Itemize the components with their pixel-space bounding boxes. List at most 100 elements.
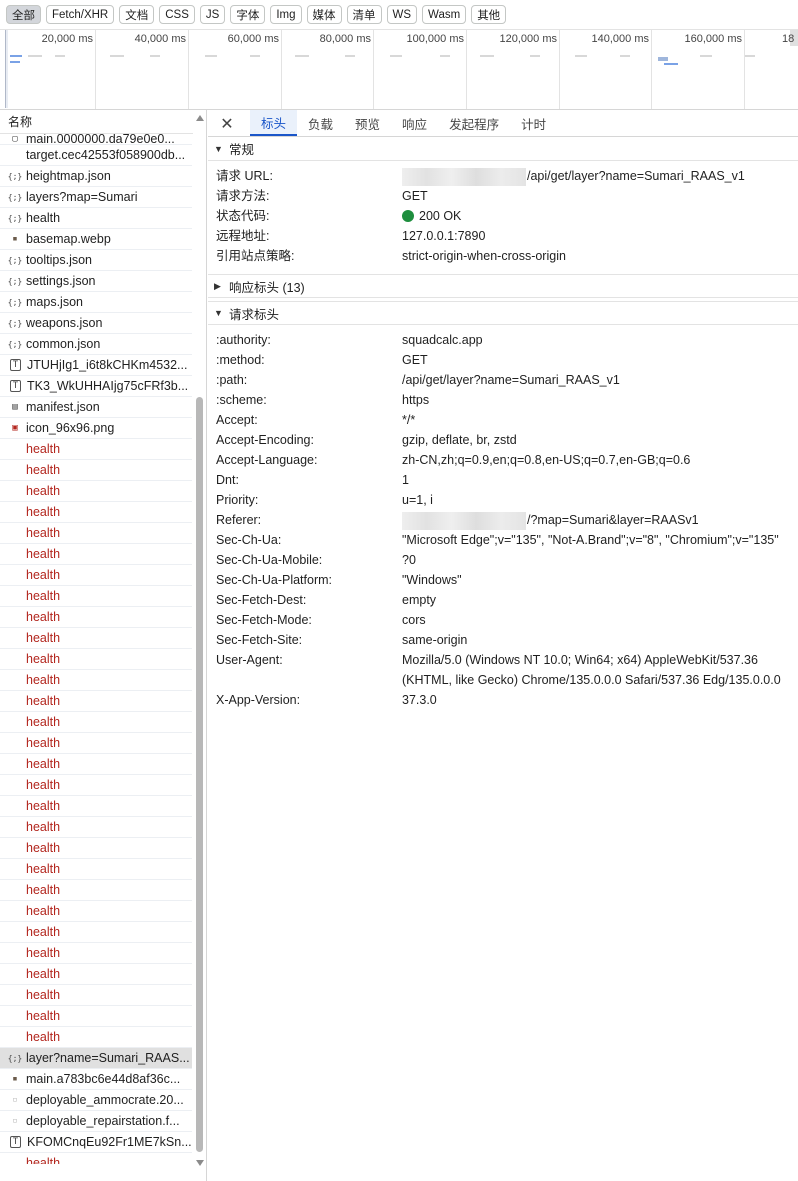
filter-chip[interactable]: 其他 bbox=[471, 5, 507, 24]
request-row[interactable]: {;} common.json bbox=[0, 334, 192, 355]
request-row[interactable]: health bbox=[0, 838, 192, 859]
header-value[interactable]: u=1, i bbox=[402, 490, 782, 510]
header-value[interactable]: 37.3.0 bbox=[402, 690, 782, 710]
header-value[interactable]: /?map=Sumari&layer=RAASv1 bbox=[402, 510, 782, 530]
request-row[interactable]: health bbox=[0, 670, 192, 691]
header-value[interactable]: 1 bbox=[402, 470, 782, 490]
timeline-range-handle[interactable] bbox=[5, 30, 8, 108]
header-value[interactable]: ?0 bbox=[402, 550, 782, 570]
request-row[interactable]: ▪ main.a783bc6e44d8af36c... bbox=[0, 1069, 192, 1090]
tab-2[interactable]: 预览 bbox=[344, 110, 391, 136]
scroll-up-arrow-icon[interactable] bbox=[196, 115, 204, 121]
filter-chip[interactable]: 媒体 bbox=[306, 5, 342, 24]
filter-chip[interactable]: CSS bbox=[159, 5, 195, 24]
header-value[interactable]: cors bbox=[402, 610, 782, 630]
header-value[interactable]: Mozilla/5.0 (Windows NT 10.0; Win64; x64… bbox=[402, 650, 782, 690]
request-row[interactable]: health bbox=[0, 1153, 192, 1164]
request-row[interactable]: health bbox=[0, 880, 192, 901]
request-row[interactable]: health bbox=[0, 586, 192, 607]
request-row[interactable]: ▢ main.0000000.da79e0e0... bbox=[0, 134, 192, 145]
close-icon[interactable]: ✕ bbox=[218, 112, 236, 136]
request-row[interactable]: {;} settings.json bbox=[0, 271, 192, 292]
header-value[interactable]: /api/get/layer?name=Sumari_RAAS_v1 bbox=[402, 166, 782, 186]
request-row[interactable]: health bbox=[0, 733, 192, 754]
header-value[interactable]: strict-origin-when-cross-origin bbox=[402, 246, 782, 266]
request-row[interactable]: health bbox=[0, 964, 192, 985]
request-row[interactable]: ▤ manifest.json bbox=[0, 397, 192, 418]
request-row[interactable]: health bbox=[0, 460, 192, 481]
request-row[interactable]: target.cec42553f058900db... bbox=[0, 145, 192, 166]
header-value[interactable]: GET bbox=[402, 350, 782, 370]
header-value[interactable]: GET bbox=[402, 186, 782, 206]
timeline-overview[interactable]: 20,000 ms 40,000 ms 60,000 ms 80,000 ms 100,… bbox=[0, 30, 798, 110]
request-row[interactable]: T KFOMCnqEu92Fr1ME7kSn... bbox=[0, 1132, 192, 1153]
header-value[interactable]: empty bbox=[402, 590, 782, 610]
request-row[interactable]: health bbox=[0, 754, 192, 775]
request-row[interactable]: {;} weapons.json bbox=[0, 313, 192, 334]
filter-chip[interactable]: 全部 bbox=[6, 5, 41, 24]
request-row[interactable]: T JTUHjIg1_i6t8kCHKm4532... bbox=[0, 355, 192, 376]
header-value[interactable]: 200 OK bbox=[402, 206, 782, 226]
filter-chip[interactable]: WS bbox=[386, 5, 418, 24]
column-header-name[interactable]: 名称 bbox=[0, 110, 206, 134]
request-row[interactable]: ▣ icon_96x96.png bbox=[0, 418, 192, 439]
request-row[interactable]: ▫ deployable_repairstation.f... bbox=[0, 1111, 192, 1132]
filter-chip[interactable]: JS bbox=[199, 5, 226, 24]
request-row[interactable]: health bbox=[0, 481, 192, 502]
header-value[interactable]: /api/get/layer?name=Sumari_RAAS_v1 bbox=[402, 370, 782, 390]
filter-chip[interactable]: Img bbox=[270, 5, 302, 24]
request-row[interactable]: {;} health bbox=[0, 208, 192, 229]
header-value[interactable]: gzip, deflate, br, zstd bbox=[402, 430, 782, 450]
request-row[interactable]: health bbox=[0, 943, 192, 964]
request-row[interactable]: {;} tooltips.json bbox=[0, 250, 192, 271]
header-value[interactable]: "Windows" bbox=[402, 570, 782, 590]
section-general-header[interactable]: ▼ 常规 bbox=[208, 137, 798, 161]
request-row[interactable]: health bbox=[0, 1006, 192, 1027]
list-scrollbar[interactable] bbox=[193, 110, 206, 1181]
request-row[interactable]: ▫ deployable_ammocrate.20... bbox=[0, 1090, 192, 1111]
request-row[interactable]: health bbox=[0, 628, 192, 649]
header-value[interactable]: 127.0.0.1:7890 bbox=[402, 226, 782, 246]
request-row[interactable]: health bbox=[0, 985, 192, 1006]
request-row[interactable]: health bbox=[0, 691, 192, 712]
filter-chip[interactable]: 清单 bbox=[346, 5, 382, 24]
request-row[interactable]: health bbox=[0, 607, 192, 628]
tab-4[interactable]: 发起程序 bbox=[438, 110, 510, 136]
request-row[interactable]: health bbox=[0, 901, 192, 922]
request-row[interactable]: health bbox=[0, 565, 192, 586]
filter-chip[interactable]: Wasm bbox=[422, 5, 467, 24]
tab-1[interactable]: 负载 bbox=[297, 110, 344, 136]
request-row[interactable]: T TK3_WkUHHAIjg75cFRf3b... bbox=[0, 376, 192, 397]
request-row[interactable]: health bbox=[0, 439, 192, 460]
request-row[interactable]: ▪ basemap.webp bbox=[0, 229, 192, 250]
request-row[interactable]: health bbox=[0, 775, 192, 796]
request-row[interactable]: health bbox=[0, 1027, 192, 1048]
filter-chip[interactable]: Fetch/XHR bbox=[46, 5, 115, 24]
header-value[interactable]: same-origin bbox=[402, 630, 782, 650]
filter-chip[interactable]: 字体 bbox=[230, 5, 266, 24]
request-row[interactable]: {;} layers?map=Sumari bbox=[0, 187, 192, 208]
request-row[interactable]: {;} heightmap.json bbox=[0, 166, 192, 187]
request-row[interactable]: health bbox=[0, 712, 192, 733]
header-value[interactable]: squadcalc.app bbox=[402, 330, 782, 350]
request-row[interactable]: health bbox=[0, 859, 192, 880]
request-row[interactable]: {;} maps.json bbox=[0, 292, 192, 313]
request-row[interactable]: health bbox=[0, 922, 192, 943]
request-row[interactable]: health bbox=[0, 523, 192, 544]
tab-0[interactable]: 标头 bbox=[250, 110, 298, 136]
section-response-headers-header[interactable]: ▶ 响应标头 (13) bbox=[208, 274, 798, 298]
request-row[interactable]: health bbox=[0, 796, 192, 817]
tab-3[interactable]: 响应 bbox=[391, 110, 438, 136]
request-row[interactable]: {;} layer?name=Sumari_RAAS... bbox=[0, 1048, 192, 1069]
request-row[interactable]: health bbox=[0, 502, 192, 523]
tab-5[interactable]: 计时 bbox=[510, 110, 557, 136]
request-row[interactable]: health bbox=[0, 649, 192, 670]
header-value[interactable]: https bbox=[402, 390, 782, 410]
header-value[interactable]: "Microsoft Edge";v="135", "Not-A.Brand";… bbox=[402, 530, 782, 550]
scrollbar-thumb[interactable] bbox=[196, 397, 203, 1152]
header-value[interactable]: */* bbox=[402, 410, 782, 430]
filter-chip[interactable]: 文档 bbox=[119, 5, 155, 24]
section-request-headers-header[interactable]: ▼ 请求标头 bbox=[208, 301, 798, 325]
header-value[interactable]: zh-CN,zh;q=0.9,en;q=0.8,en-US;q=0.7,en-G… bbox=[402, 450, 782, 470]
request-row[interactable]: health bbox=[0, 817, 192, 838]
